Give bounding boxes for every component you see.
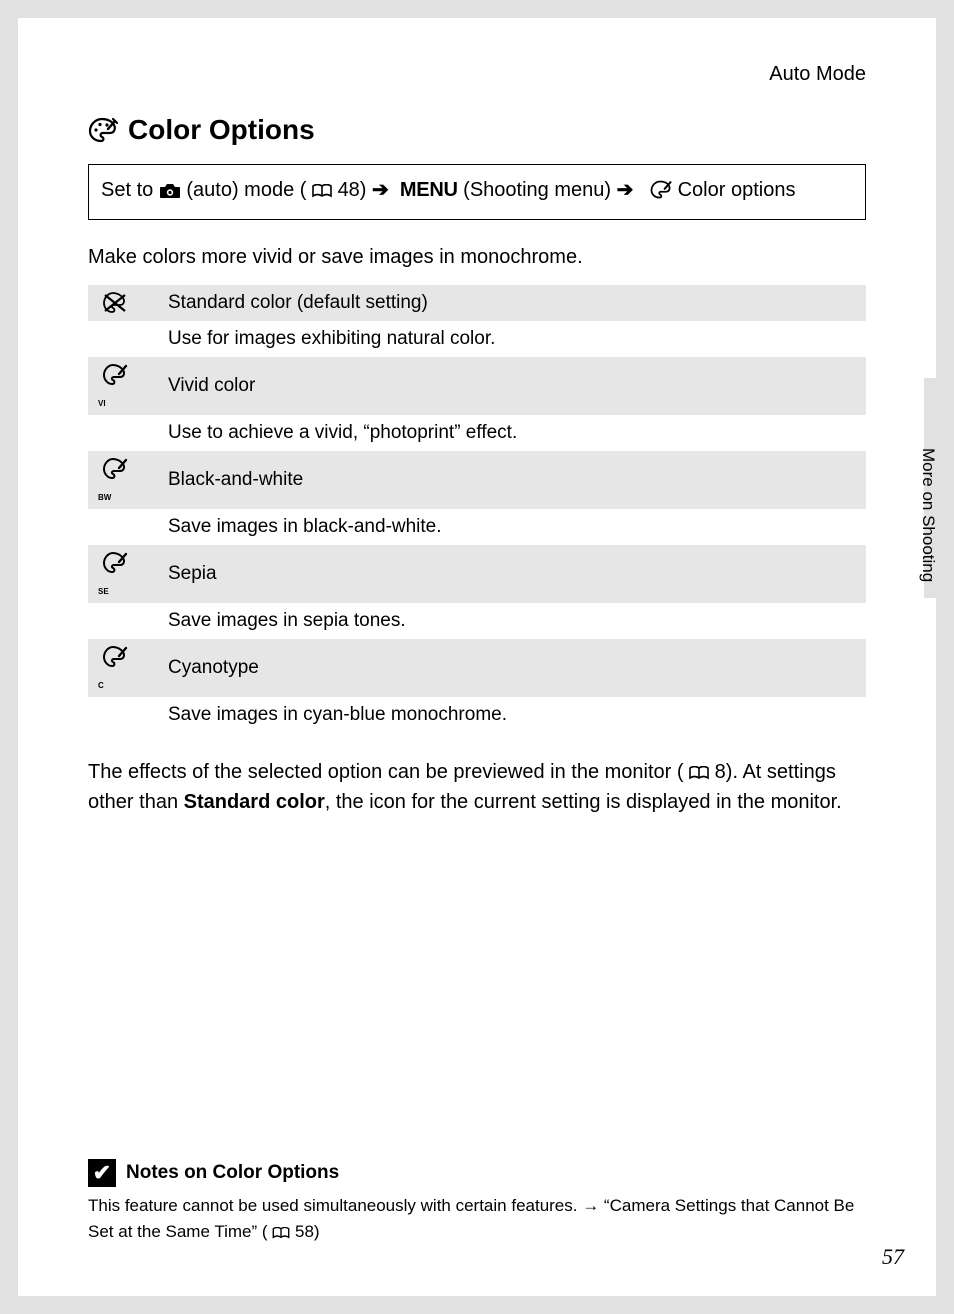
option-desc: Save images in cyan-blue monochrome. <box>158 697 866 733</box>
breadcrumb-text: Set to <box>101 179 159 201</box>
table-row: Save images in sepia tones. <box>88 603 866 639</box>
page-title-text: Color Options <box>128 114 315 146</box>
page-number: 57 <box>882 1244 904 1270</box>
book-icon <box>689 766 709 780</box>
book-icon <box>272 1227 290 1239</box>
palette-icon <box>650 180 672 199</box>
notes-text: This feature cannot be used simultaneous… <box>88 1196 854 1241</box>
breadcrumb-text: (Shooting menu) <box>463 179 616 201</box>
table-row: Standard color (default setting) <box>88 285 866 321</box>
breadcrumb-text: (auto) mode ( <box>186 179 306 201</box>
option-title: Black-and-white <box>158 451 866 509</box>
option-icon: BW <box>88 451 158 509</box>
option-icon: C <box>88 639 158 697</box>
option-icon <box>88 285 158 321</box>
notes-text: 58) <box>295 1222 320 1241</box>
option-title: Sepia <box>158 545 866 603</box>
option-desc: Use for images exhibiting natural color. <box>158 321 866 357</box>
arrow-right-icon: ➔ <box>372 179 389 201</box>
header-section-label: Auto Mode <box>88 63 866 86</box>
table-row: BW Black-and-white <box>88 451 866 509</box>
para-text: The effects of the selected option can b… <box>88 761 684 783</box>
menu-label: MENU <box>400 179 458 201</box>
option-desc: Save images in sepia tones. <box>158 603 866 639</box>
side-section-label: More on Shooting <box>918 448 938 582</box>
table-row: VI Vivid color <box>88 357 866 415</box>
para-text: , the icon for the current setting is di… <box>325 791 842 813</box>
book-icon <box>312 184 332 198</box>
intro-text: Make colors more vivid or save images in… <box>88 246 866 269</box>
option-icon: SE <box>88 545 158 603</box>
breadcrumb-text: Color options <box>678 179 796 201</box>
table-row: Save images in cyan-blue monochrome. <box>88 697 866 733</box>
breadcrumb-text: 48) <box>338 179 372 201</box>
option-title: Vivid color <box>158 357 866 415</box>
option-icon: VI <box>88 357 158 415</box>
arrow-right-icon: ➔ <box>617 179 634 201</box>
table-row: Use for images exhibiting natural color. <box>88 321 866 357</box>
option-title: Standard color (default setting) <box>158 285 866 321</box>
body-paragraph: The effects of the selected option can b… <box>88 757 866 817</box>
para-bold: Standard color <box>184 791 325 813</box>
table-row: C Cyanotype <box>88 639 866 697</box>
table-row: SE Sepia <box>88 545 866 603</box>
options-table: Standard color (default setting) Use for… <box>88 285 866 733</box>
palette-icon <box>88 117 118 143</box>
breadcrumb-path: Set to (auto) mode ( 48) ➔ MENU (Shootin… <box>88 164 866 220</box>
option-title: Cyanotype <box>158 639 866 697</box>
table-row: Use to achieve a vivid, “photoprint” eff… <box>88 415 866 451</box>
option-desc: Use to achieve a vivid, “photoprint” eff… <box>158 415 866 451</box>
notes-body: This feature cannot be used simultaneous… <box>88 1193 858 1244</box>
notes-title: Notes on Color Options <box>126 1162 339 1184</box>
camera-icon <box>159 183 181 199</box>
check-icon: ✔ <box>88 1159 116 1187</box>
page-title: Color Options <box>88 114 866 146</box>
table-row: Save images in black-and-white. <box>88 509 866 545</box>
option-desc: Save images in black-and-white. <box>158 509 866 545</box>
notes-section: ✔ Notes on Color Options This feature ca… <box>88 1159 858 1244</box>
